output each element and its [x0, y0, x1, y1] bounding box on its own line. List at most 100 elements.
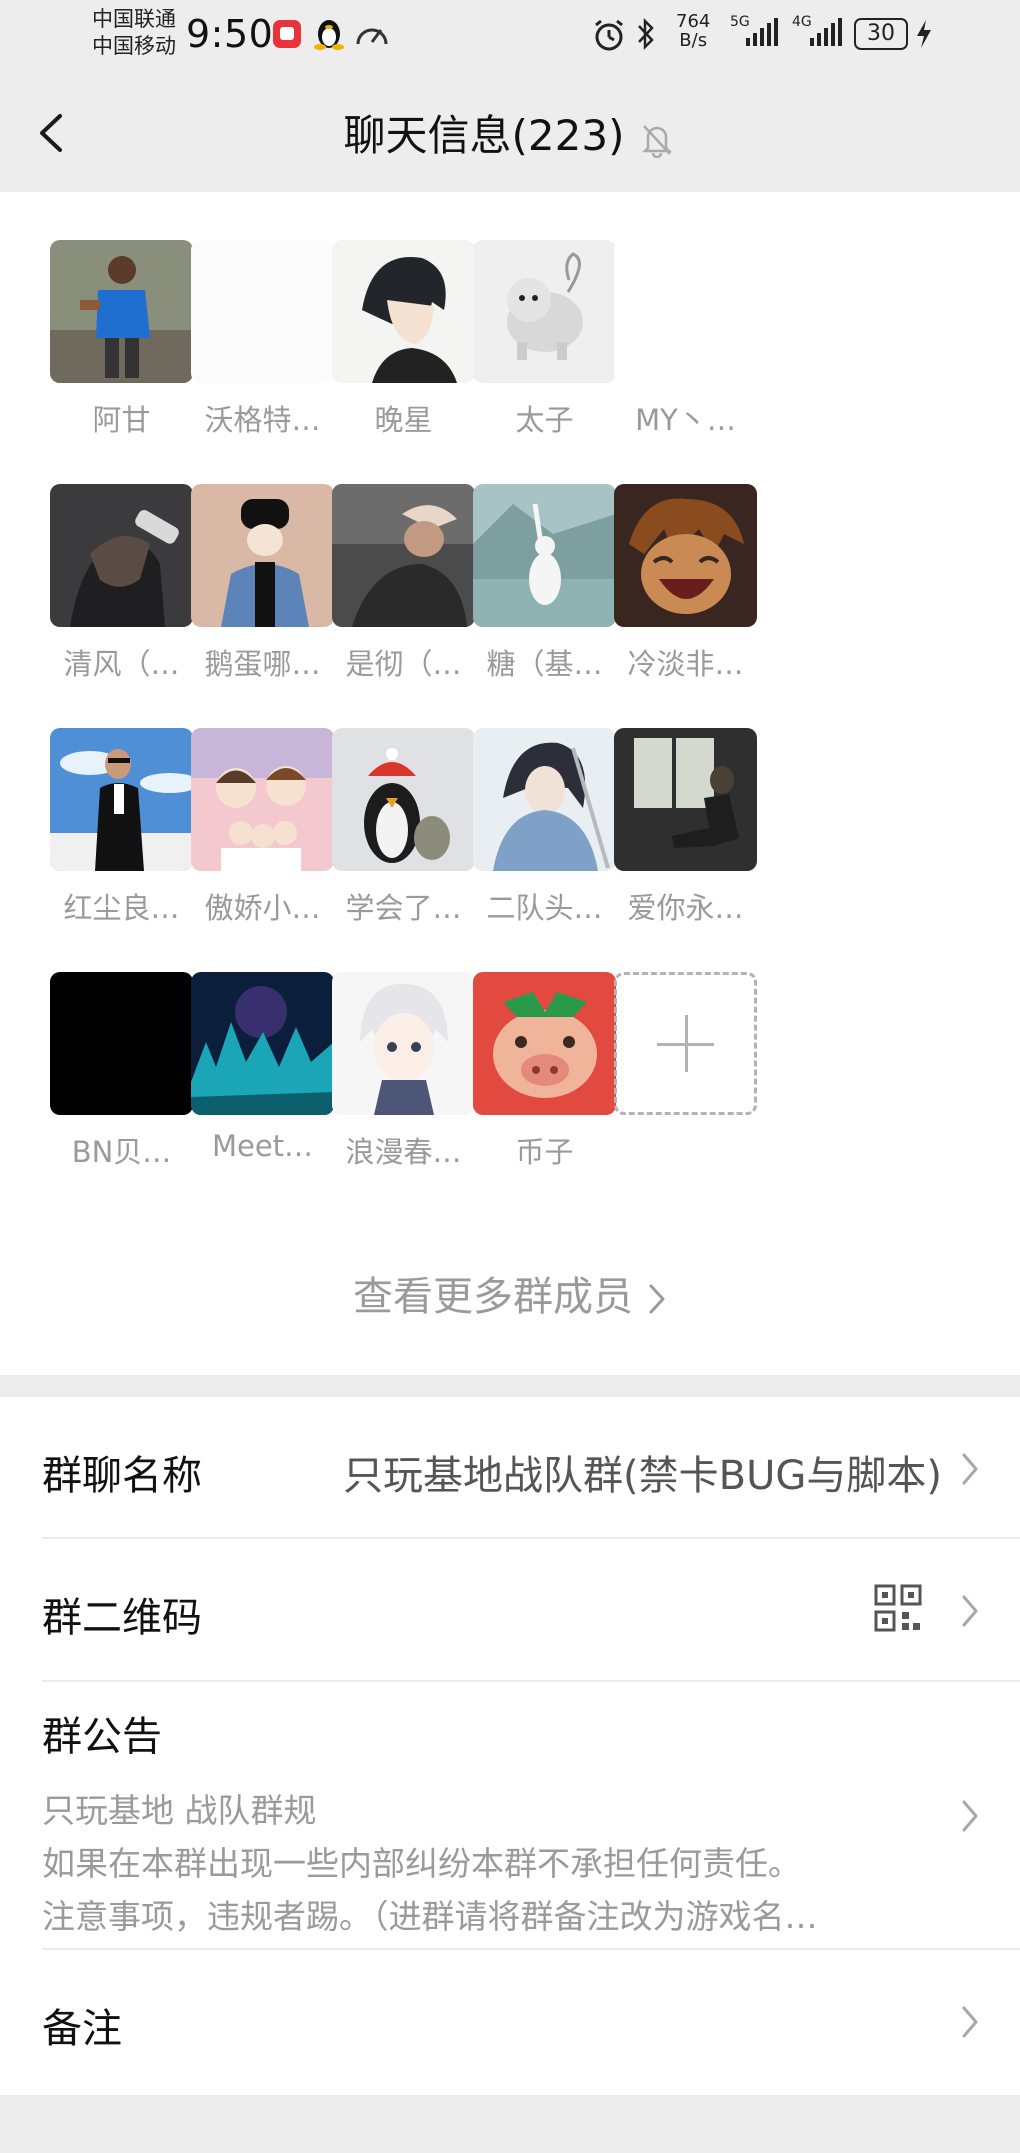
speedometer-icon [356, 28, 388, 45]
member-name: 币子 [515, 1135, 574, 1169]
member-name: 二队头… [486, 891, 603, 925]
notice-line: 如果在本群出现一些内部纠纷本群不承担任何责任。 [42, 1844, 801, 1883]
chat-title: 聊天信息(223) [343, 111, 625, 160]
member-item[interactable]: 二队头… [473, 728, 616, 927]
battery-icon: 30 [854, 18, 908, 50]
red-app-icon [273, 20, 301, 48]
member-item[interactable]: 爱你永… [614, 728, 757, 927]
member-name: 糖（基… [486, 647, 603, 681]
member-item[interactable]: 浪漫春… [332, 972, 475, 1171]
avatar[interactable] [191, 972, 334, 1115]
notice-line: 注意事项，违规者踢。（进群请将群备注改为游戏名… [42, 1897, 818, 1936]
member-item[interactable]: 阿甘 [50, 240, 193, 439]
avatar[interactable] [50, 728, 193, 871]
group-settings-list: 群聊名称 只玩基地战队群(禁卡BUG与脚本) 群二维码 群公告 只玩基地 战队群… [0, 1397, 1020, 2095]
remark-row[interactable]: 备注 [42, 1950, 1020, 2095]
member-name: BN贝… [71, 1135, 172, 1169]
group-notice-label: 群公告 [42, 1714, 162, 1760]
member-item[interactable]: BN贝… [50, 972, 193, 1171]
bluetooth-icon [638, 17, 654, 51]
avatar[interactable] [332, 972, 475, 1115]
avatar[interactable] [473, 972, 616, 1115]
status-time: 9:50 [186, 12, 274, 56]
member-item[interactable]: MY丶… [614, 240, 757, 439]
member-name: 阿甘 [92, 403, 151, 437]
member-item[interactable]: 沃格特… [191, 240, 334, 439]
battery-level: 30 [867, 21, 895, 46]
group-notice-preview: 只玩基地 战队群规 如果在本群出现一些内部纠纷本群不承担任何责任。 注意事项，违… [42, 1784, 922, 1943]
group-name-row[interactable]: 群聊名称 只玩基地战队群(禁卡BUG与脚本) [42, 1397, 1020, 1539]
carrier-1: 中国联通 [92, 7, 176, 31]
avatar[interactable] [50, 240, 193, 383]
member-item[interactable]: 太子 [473, 240, 616, 439]
avatar[interactable] [50, 484, 193, 627]
member-name: 鹅蛋哪… [204, 647, 321, 681]
avatar[interactable] [332, 484, 475, 627]
member-name: MY丶… [635, 403, 736, 437]
signal-icon-2 [810, 18, 842, 46]
alarm-icon [595, 19, 623, 51]
signal-icon-1 [746, 18, 778, 46]
member-name: 浪漫春… [345, 1135, 462, 1169]
qq-penguin-icon [314, 20, 344, 50]
group-members-section: 阿甘 沃格特… 晚星 太子 MY丶… 清风（… 鹅蛋哪… 是彻（… 糖（基… 冷… [0, 192, 1020, 1375]
avatar[interactable] [614, 484, 757, 627]
group-name-label: 群聊名称 [42, 1453, 202, 1499]
member-item[interactable]: 冷淡非… [614, 484, 757, 683]
plus-icon[interactable] [614, 972, 757, 1115]
avatar[interactable] [473, 728, 616, 871]
remark-label: 备注 [42, 2006, 122, 2052]
avatar[interactable] [332, 728, 475, 871]
add-member-item[interactable] [614, 972, 757, 1115]
member-name: 清风（… [63, 647, 180, 681]
member-item[interactable]: 傲娇小… [191, 728, 334, 927]
qr-code-icon [874, 1584, 922, 1632]
nav-bar: 聊天信息(223) [0, 72, 1020, 192]
chevron-right-icon [962, 1453, 978, 1485]
avatar[interactable] [191, 240, 334, 383]
member-item[interactable]: 是彻（… [332, 484, 475, 683]
page-title: 聊天信息(223) [0, 102, 1020, 163]
group-name-value: 只玩基地战队群(禁卡BUG与脚本) [343, 1453, 942, 1499]
member-item[interactable]: 币子 [473, 972, 616, 1171]
speed-value: 764 [676, 11, 711, 32]
chevron-right-icon [962, 2006, 978, 2038]
notice-line: 只玩基地 战队群规 [42, 1791, 317, 1830]
member-name: Meet… [211, 1129, 314, 1163]
avatar[interactable] [191, 728, 334, 871]
avatar[interactable] [50, 972, 193, 1115]
member-item[interactable]: 糖（基… [473, 484, 616, 683]
carrier-names: 中国联通 中国移动 [92, 6, 176, 60]
member-item[interactable]: 学会了… [332, 728, 475, 927]
member-item[interactable]: 鹅蛋哪… [191, 484, 334, 683]
member-item[interactable]: 晚星 [332, 240, 475, 439]
chevron-right-icon [649, 1284, 665, 1314]
avatar[interactable] [191, 484, 334, 627]
chevron-right-icon [962, 1595, 978, 1627]
avatar[interactable] [614, 728, 757, 871]
avatar[interactable] [473, 484, 616, 627]
group-notice-row[interactable]: 群公告 只玩基地 战队群规 如果在本群出现一些内部纠纷本群不承担任何责任。 注意… [42, 1682, 1020, 1950]
chevron-right-icon [962, 1800, 978, 1832]
carrier-2: 中国移动 [92, 34, 176, 58]
member-name: 学会了… [345, 891, 462, 925]
avatar[interactable] [614, 240, 757, 383]
view-more-label: 查看更多群成员 [353, 1274, 633, 1320]
member-name: 冷淡非… [627, 647, 744, 681]
member-name: 晚星 [374, 403, 433, 437]
avatar[interactable] [332, 240, 475, 383]
avatar[interactable] [473, 240, 616, 383]
member-name: 是彻（… [345, 647, 462, 681]
member-item[interactable]: Meet… [191, 972, 334, 1163]
speed-unit: B/s [679, 30, 708, 51]
member-name: 红尘良… [63, 891, 180, 925]
member-name: 沃格特… [204, 403, 321, 437]
bell-muted-icon [642, 124, 673, 158]
member-item[interactable]: 红尘良… [50, 728, 193, 927]
status-bar: 中国联通 中国移动 9:50 764 B/s 5G 4G 30 [0, 0, 1020, 72]
member-name: 爱你永… [627, 891, 744, 925]
member-name: 傲娇小… [204, 891, 321, 925]
view-more-members-link[interactable]: 查看更多群成员 [0, 1264, 1020, 1322]
member-item[interactable]: 清风（… [50, 484, 193, 683]
group-qr-row[interactable]: 群二维码 [42, 1539, 1020, 1682]
